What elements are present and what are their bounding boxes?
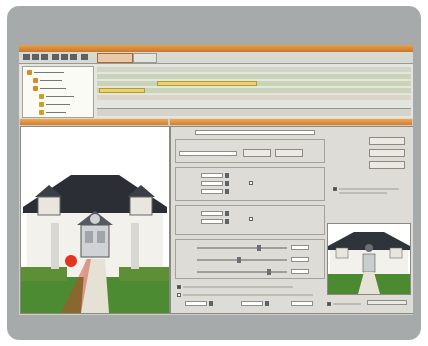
contrast-field[interactable] — [291, 257, 309, 262]
tree-item[interactable] — [33, 77, 95, 84]
folder-icon — [33, 78, 38, 83]
copy-icon[interactable] — [61, 54, 68, 60]
rotation-x-field[interactable] — [201, 211, 223, 216]
delay-field[interactable] — [241, 301, 263, 306]
timeline-panel — [19, 64, 413, 118]
timeline-track[interactable] — [97, 95, 411, 100]
open-icon[interactable] — [32, 54, 39, 60]
frames-field[interactable] — [291, 301, 313, 306]
dialog-titlebar — [170, 119, 412, 125]
option-checkbox-2[interactable] — [177, 293, 181, 297]
lock-rotation-checkbox[interactable] — [249, 217, 253, 221]
preview-field[interactable] — [367, 300, 407, 305]
cancel-button[interactable] — [369, 149, 405, 157]
folder-icon — [27, 70, 32, 75]
brightness-slider[interactable] — [197, 245, 287, 251]
position-x-field[interactable] — [201, 173, 223, 178]
slider-knob[interactable] — [267, 269, 271, 275]
viewer-titlebar — [20, 119, 168, 125]
apply-note-line — [339, 188, 399, 190]
lock-position-checkbox[interactable] — [249, 181, 253, 185]
position-y-field[interactable] — [201, 181, 223, 186]
preview-checkbox[interactable] — [327, 302, 331, 306]
position-x-stepper[interactable] — [225, 173, 229, 178]
preview-button[interactable] — [275, 149, 303, 157]
house-scene — [21, 127, 169, 313]
option-checkbox-1[interactable] — [177, 285, 181, 289]
position-z-stepper[interactable] — [225, 189, 229, 194]
tab-storyboard[interactable] — [133, 53, 157, 63]
new-icon[interactable] — [23, 54, 30, 60]
position-y-stepper[interactable] — [225, 181, 229, 186]
tree-item[interactable] — [33, 85, 95, 92]
ok-button[interactable] — [369, 137, 405, 145]
thumbnail-preview — [327, 223, 411, 295]
tree-item[interactable] — [39, 101, 101, 108]
video-viewer[interactable] — [20, 126, 170, 314]
main-toolbar — [19, 52, 413, 64]
clip-icon — [39, 102, 44, 107]
brightness-field[interactable] — [291, 245, 309, 250]
paste-icon[interactable] — [70, 54, 77, 60]
name-field[interactable] — [195, 130, 315, 135]
timeline-track[interactable] — [97, 81, 411, 86]
option-label-line — [183, 294, 313, 296]
apply-note-line — [339, 192, 387, 194]
duration-stepper[interactable] — [209, 301, 213, 306]
duration-field[interactable] — [185, 301, 207, 306]
tree-item[interactable] — [39, 109, 101, 116]
clip-icon — [39, 94, 44, 99]
slider-knob[interactable] — [257, 245, 261, 251]
properties-dialog — [170, 126, 413, 314]
timeline-track[interactable] — [97, 67, 411, 72]
browse-button[interactable] — [243, 149, 271, 157]
project-tree — [22, 66, 94, 118]
timeline-clip[interactable] — [157, 81, 257, 86]
editor-window — [19, 45, 413, 315]
tree-item[interactable] — [39, 93, 101, 100]
option-label-line — [183, 286, 293, 288]
timeline-clip[interactable] — [99, 88, 145, 93]
opacity-field[interactable] — [291, 269, 309, 274]
delay-stepper[interactable] — [265, 301, 269, 306]
save-icon[interactable] — [41, 54, 48, 60]
timeline-track[interactable] — [97, 74, 411, 79]
apply-checkbox[interactable] — [333, 187, 337, 191]
slider-knob[interactable] — [237, 257, 241, 263]
lower-panes — [19, 119, 413, 315]
window-titlebar — [19, 45, 413, 52]
position-z-field[interactable] — [201, 189, 223, 194]
contrast-slider[interactable] — [197, 257, 287, 263]
preview-label-line — [333, 303, 361, 305]
cut-icon[interactable] — [52, 54, 59, 60]
opacity-slider[interactable] — [197, 269, 287, 275]
help-button[interactable] — [369, 161, 405, 169]
timeline-ruler[interactable] — [97, 108, 411, 116]
rotation-x-stepper[interactable] — [225, 211, 229, 216]
tree-item[interactable] — [27, 69, 89, 76]
tab-timeline[interactable] — [97, 53, 133, 63]
clip-icon — [39, 110, 44, 115]
rotation-y-stepper[interactable] — [225, 219, 229, 224]
thumbnail-image — [328, 224, 410, 294]
folder-icon — [33, 86, 38, 91]
play-icon[interactable] — [81, 54, 88, 60]
timeline-track[interactable] — [97, 88, 411, 93]
rotation-y-field[interactable] — [201, 219, 223, 224]
source-field[interactable] — [179, 151, 237, 156]
